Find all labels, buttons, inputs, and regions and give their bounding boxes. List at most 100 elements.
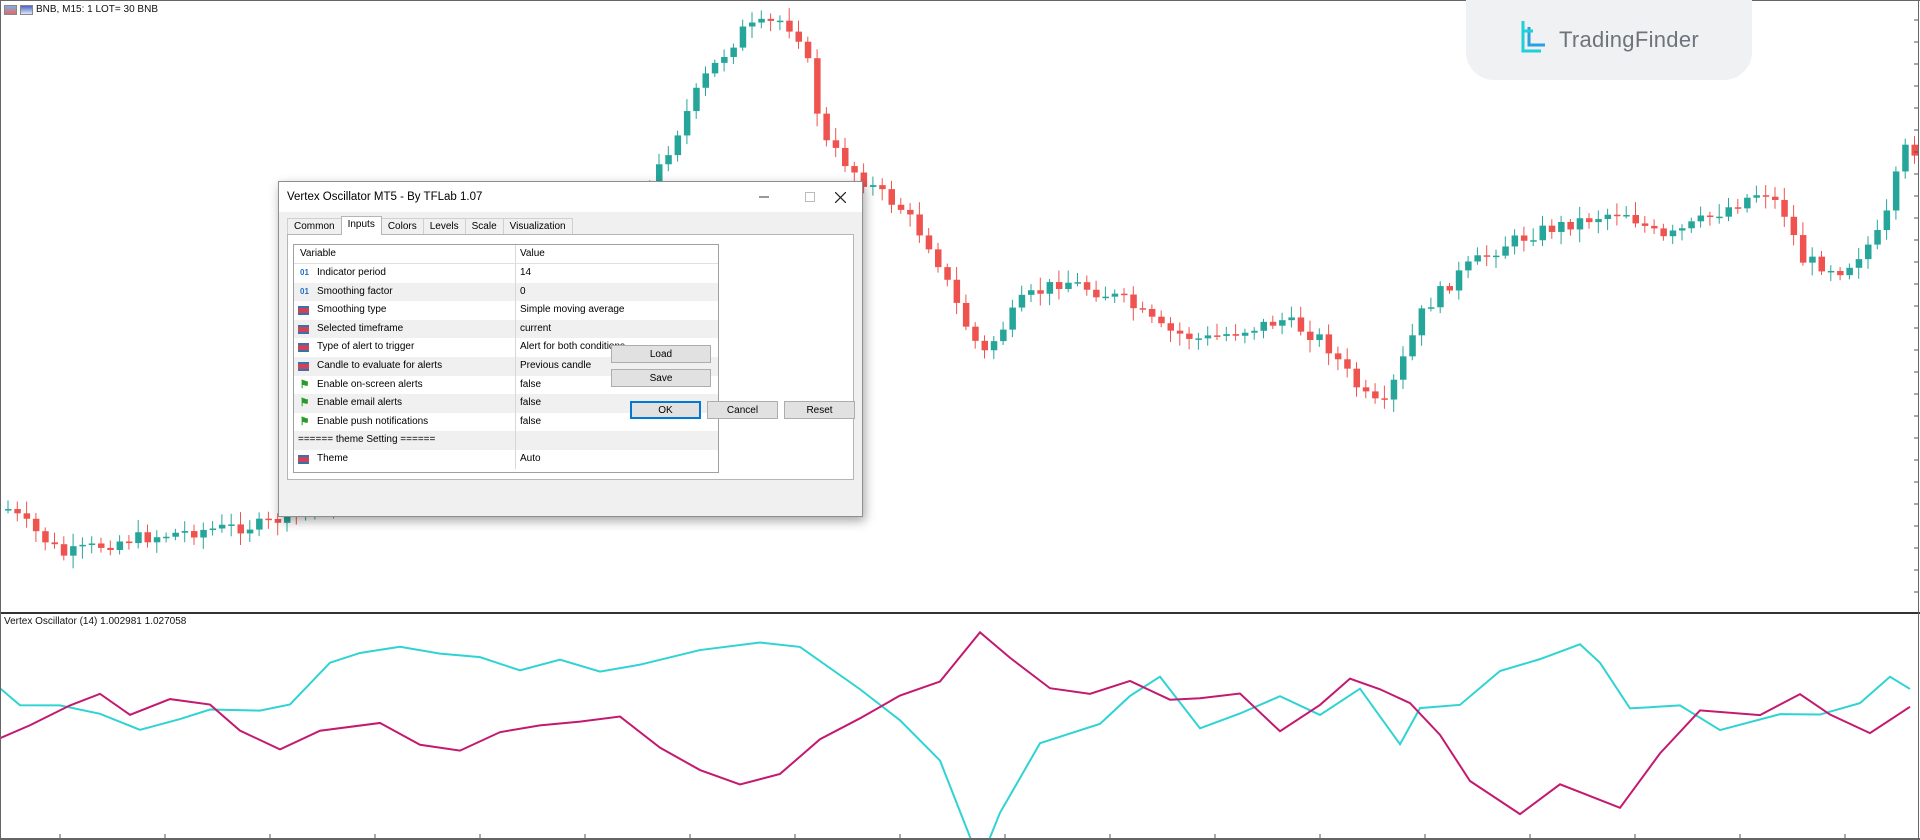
input-row[interactable]: 01 Smoothing factor 0: [294, 282, 718, 302]
column-header-value[interactable]: Value: [516, 245, 718, 263]
candle-body: [1269, 321, 1277, 326]
load-button[interactable]: Load: [611, 345, 711, 363]
ok-button[interactable]: OK: [630, 401, 701, 419]
candle-body: [944, 267, 951, 280]
candle-body: [730, 47, 737, 58]
candle-body: [702, 73, 709, 88]
oscillator-label: Vertex Oscillator (14) 1.002981 1.027058: [4, 616, 187, 627]
candle-body: [795, 31, 802, 42]
input-row[interactable]: Smoothing type Simple moving average: [294, 301, 718, 320]
candle-body: [832, 140, 840, 148]
candle-body: [1232, 334, 1240, 336]
candle-body: [851, 166, 858, 173]
bool-icon: ⚑: [299, 378, 310, 391]
input-row[interactable]: ====== theme Setting ======: [294, 431, 718, 450]
candle-body: [1214, 335, 1221, 337]
candle-body: [907, 209, 914, 215]
list-icon: [298, 343, 309, 353]
candle-body: [1148, 308, 1156, 317]
candle-body: [962, 302, 970, 327]
candle-body: [1409, 335, 1416, 357]
candle-body: [218, 524, 226, 529]
input-value-cell[interactable]: Simple moving average: [516, 301, 718, 320]
input-value-cell[interactable]: Auto: [516, 450, 718, 469]
candle-body: [1334, 353, 1342, 360]
candle-body: [1493, 255, 1500, 258]
candle-body: [935, 249, 942, 268]
candle-body: [1604, 214, 1612, 220]
candle-body: [1483, 255, 1491, 257]
candle-body: [1093, 289, 1100, 298]
tab-levels[interactable]: Levels: [422, 218, 466, 235]
minimize-button[interactable]: [741, 182, 787, 212]
input-value-cell[interactable]: current: [516, 320, 718, 339]
candle-body: [1697, 215, 1705, 222]
close-icon: [834, 191, 846, 203]
indicator-properties-dialog[interactable]: Vertex Oscillator MT5 - By TFLab 1.07 Co…: [278, 181, 863, 517]
input-variable-cell: ⚑ Enable push notifications: [294, 412, 516, 432]
input-variable-label: Enable email alerts: [317, 397, 403, 409]
candle-body: [256, 518, 263, 530]
candle-body: [1167, 323, 1174, 331]
close-button[interactable]: [817, 182, 863, 212]
candle-body: [246, 529, 254, 534]
brand-name: TradingFinder: [1558, 27, 1700, 52]
candle-body: [814, 58, 821, 114]
candle-body: [1855, 259, 1863, 268]
candle-body: [274, 518, 282, 523]
candle-body: [786, 20, 793, 32]
tab-common[interactable]: Common: [287, 218, 342, 235]
reset-button[interactable]: Reset: [784, 401, 855, 419]
candle-body: [1223, 334, 1230, 336]
dialog-tabs: Common Inputs Colors Levels Scale Visual…: [287, 216, 573, 235]
candle-body: [674, 135, 682, 156]
input-row[interactable]: Theme Auto: [294, 449, 718, 469]
candle-body: [191, 531, 198, 538]
vortex-minus-line: [0, 630, 1911, 816]
input-row[interactable]: Selected timeframe current: [294, 319, 718, 339]
candle-body: [1706, 215, 1714, 218]
tab-colors[interactable]: Colors: [380, 218, 424, 235]
input-value-cell[interactable]: 0: [516, 283, 718, 302]
candle-body: [200, 529, 207, 538]
candle-body: [1307, 331, 1314, 341]
candle-body: [711, 62, 719, 74]
input-value-cell[interactable]: 14: [516, 264, 718, 283]
column-header-variable[interactable]: Variable: [294, 245, 516, 263]
input-value-cell[interactable]: [516, 431, 718, 450]
dialog-title-bar[interactable]: Vertex Oscillator MT5 - By TFLab 1.07: [279, 182, 862, 212]
candle-body: [721, 57, 728, 63]
input-row[interactable]: 01 Indicator period 14: [294, 264, 718, 283]
candle-body: [1586, 218, 1593, 223]
candle-body: [953, 279, 961, 303]
candle-body: [1613, 214, 1621, 217]
input-variable-label: Theme: [317, 452, 349, 464]
candle-body: [1558, 221, 1565, 232]
candle-body: [1781, 199, 1788, 217]
candle-body: [1465, 261, 1472, 271]
candle-body: [1865, 244, 1872, 260]
input-variable-label: Smoothing type: [317, 304, 387, 316]
tab-inputs[interactable]: Inputs: [340, 216, 382, 235]
save-button[interactable]: Save: [611, 369, 711, 387]
candle-body: [1902, 144, 1909, 172]
input-variable-cell: 01 Smoothing factor: [294, 282, 516, 302]
input-variable-cell: 01 Indicator period: [294, 264, 516, 283]
candle-body: [79, 544, 86, 547]
list-icon: [298, 324, 309, 334]
chart-separator: [0, 612, 1920, 614]
oscillator-chart[interactable]: [0, 612, 1920, 840]
chart-frame-right: [1918, 0, 1919, 840]
input-variable-cell: ⚑ Enable email alerts: [294, 394, 516, 413]
cancel-button[interactable]: Cancel: [707, 401, 778, 419]
candle-body: [1083, 282, 1091, 290]
candle-body: [1511, 235, 1519, 247]
tab-scale[interactable]: Scale: [464, 218, 504, 235]
tab-visualization[interactable]: Visualization: [502, 218, 573, 235]
input-variable-cell: Smoothing type: [294, 301, 516, 320]
candle-body: [1279, 320, 1286, 326]
candle-body: [1688, 221, 1695, 229]
candle-body: [842, 147, 849, 167]
candle-body: [1455, 270, 1463, 291]
maximize-icon: [805, 192, 815, 202]
